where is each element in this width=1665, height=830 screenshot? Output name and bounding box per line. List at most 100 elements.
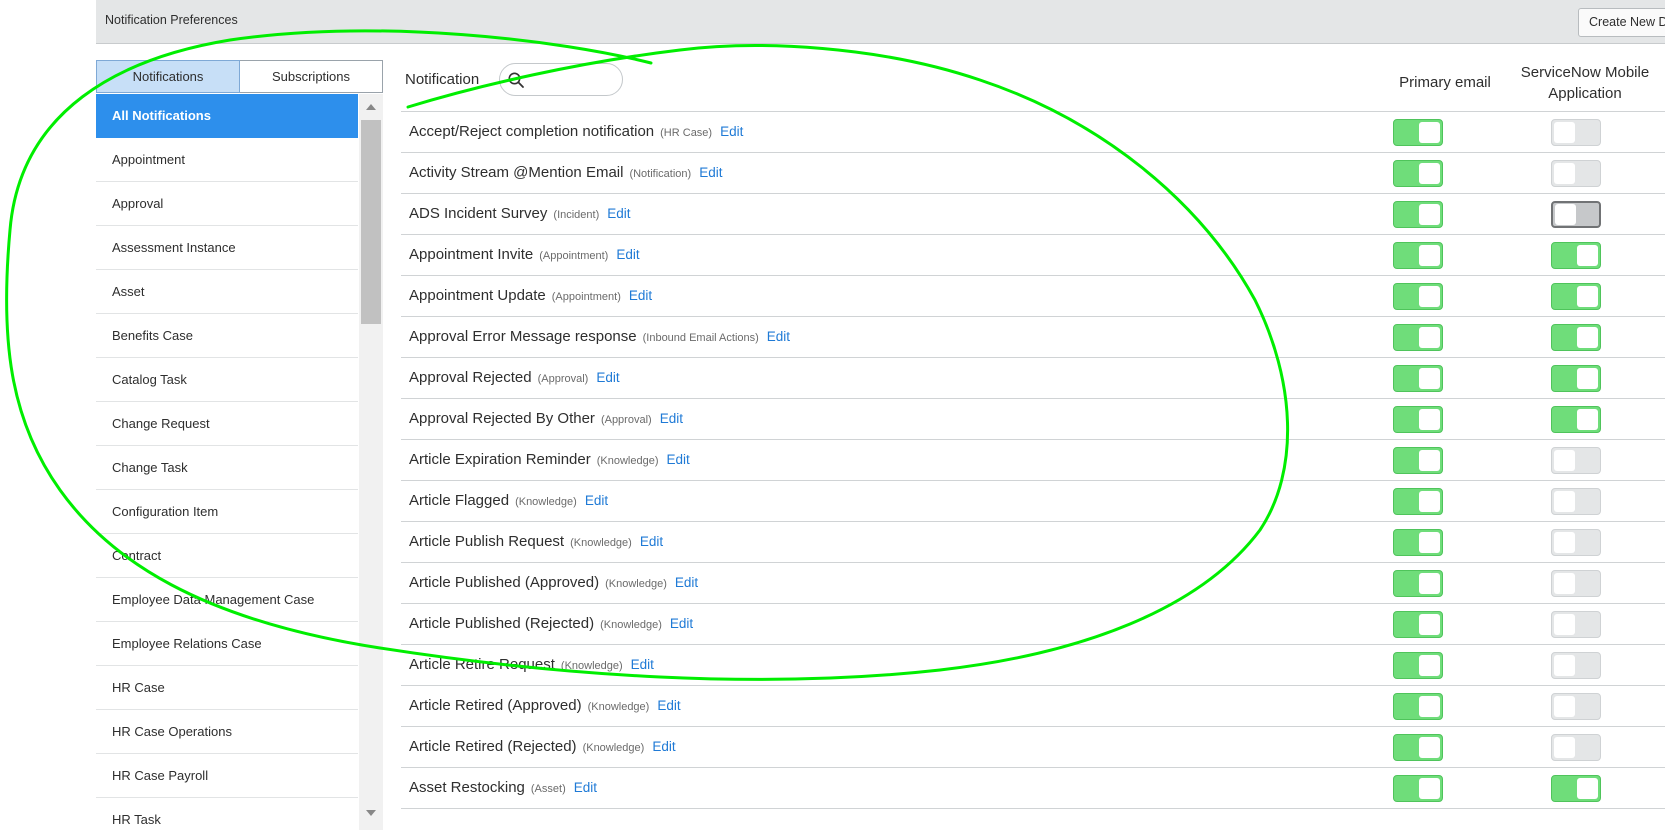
create-new-button[interactable]: Create New De (1578, 8, 1665, 37)
category-item[interactable]: Contract (96, 534, 358, 578)
category-item[interactable]: HR Task (96, 798, 358, 830)
triangle-up-icon[interactable] (366, 104, 376, 110)
scrollbar-thumb[interactable] (361, 120, 381, 324)
primary-email-toggle[interactable] (1393, 283, 1443, 310)
primary-email-toggle[interactable] (1393, 160, 1443, 187)
primary-email-toggle[interactable] (1393, 529, 1443, 556)
toggle-knob (1419, 737, 1440, 758)
edit-link[interactable]: Edit (720, 124, 743, 139)
notification-search[interactable] (499, 63, 623, 96)
category-item[interactable]: Employee Relations Case (96, 622, 358, 666)
notification-type: (Knowledge) (570, 537, 632, 549)
primary-email-toggle[interactable] (1393, 242, 1443, 269)
edit-link[interactable]: Edit (640, 534, 663, 549)
edit-link[interactable]: Edit (652, 739, 675, 754)
category-item[interactable]: Change Request (96, 402, 358, 446)
edit-link[interactable]: Edit (670, 616, 693, 631)
toggle-knob (1577, 245, 1598, 266)
category-item[interactable]: HR Case Operations (96, 710, 358, 754)
category-scrollbar[interactable] (359, 94, 383, 830)
mobile-app-toggle[interactable] (1551, 529, 1601, 556)
primary-email-toggle[interactable] (1393, 365, 1443, 392)
primary-email-toggle[interactable] (1393, 652, 1443, 679)
edit-link[interactable]: Edit (574, 780, 597, 795)
category-item[interactable]: Employee Data Management Case (96, 578, 358, 622)
mobile-app-toggle[interactable] (1551, 201, 1601, 228)
mobile-app-toggle[interactable] (1551, 119, 1601, 146)
mobile-app-toggle[interactable] (1551, 734, 1601, 761)
edit-link[interactable]: Edit (631, 657, 654, 672)
toggle-knob (1419, 286, 1440, 307)
notification-name: Activity Stream @Mention Email (409, 164, 624, 181)
notification-type: (Notification) (629, 168, 692, 180)
category-item[interactable]: Approval (96, 182, 358, 226)
tab-notifications[interactable]: Notifications (96, 60, 240, 93)
mobile-app-toggle[interactable] (1551, 611, 1601, 638)
edit-link[interactable]: Edit (585, 493, 608, 508)
primary-email-toggle[interactable] (1393, 119, 1443, 146)
row-label: Approval Rejected By Other (Approval) Edit (409, 399, 683, 439)
primary-email-toggle[interactable] (1393, 324, 1443, 351)
edit-link[interactable]: Edit (629, 288, 652, 303)
mobile-header-line1: ServiceNow Mobile (1520, 64, 1650, 81)
category-item[interactable]: Assessment Instance (96, 226, 358, 270)
edit-link[interactable]: Edit (667, 452, 690, 467)
primary-email-toggle[interactable] (1393, 775, 1443, 802)
table-row: Article Published (Approved) (Knowledge) E… (401, 563, 1665, 604)
primary-email-toggle[interactable] (1393, 734, 1443, 761)
edit-link[interactable]: Edit (616, 247, 639, 262)
primary-email-toggle[interactable] (1393, 693, 1443, 720)
notification-name: Approval Rejected (409, 369, 532, 386)
notification-type: (HR Case) (660, 127, 713, 139)
category-item[interactable]: Asset (96, 270, 358, 314)
mobile-app-toggle[interactable] (1551, 324, 1601, 351)
category-item[interactable]: Configuration Item (96, 490, 358, 534)
primary-email-toggle[interactable] (1393, 611, 1443, 638)
category-item[interactable]: Change Task (96, 446, 358, 490)
mobile-header-line2: Application (1548, 85, 1622, 102)
edit-link[interactable]: Edit (596, 370, 619, 385)
tab-subscriptions[interactable]: Subscriptions (240, 60, 383, 93)
mobile-app-toggle[interactable] (1551, 488, 1601, 515)
toggle-knob (1419, 696, 1440, 717)
triangle-down-icon[interactable] (366, 810, 376, 816)
mobile-app-toggle[interactable] (1551, 365, 1601, 392)
toggle-knob (1419, 245, 1440, 266)
category-item[interactable]: Catalog Task (96, 358, 358, 402)
category-item[interactable]: Appointment (96, 138, 358, 182)
category-item[interactable]: HR Case Payroll (96, 754, 358, 798)
primary-email-toggle[interactable] (1393, 406, 1443, 433)
edit-link[interactable]: Edit (657, 698, 680, 713)
edit-link[interactable]: Edit (607, 206, 630, 221)
primary-email-toggle[interactable] (1393, 201, 1443, 228)
category-item[interactable]: All Notifications (96, 94, 358, 138)
mobile-app-toggle[interactable] (1551, 775, 1601, 802)
primary-email-toggle[interactable] (1393, 447, 1443, 474)
mobile-app-toggle[interactable] (1551, 242, 1601, 269)
notification-type: (Appointment) (539, 250, 609, 262)
primary-email-toggle[interactable] (1393, 570, 1443, 597)
mobile-app-toggle[interactable] (1551, 570, 1601, 597)
mobile-app-toggle[interactable] (1551, 652, 1601, 679)
toggle-knob (1554, 614, 1575, 635)
mobile-app-toggle[interactable] (1551, 693, 1601, 720)
primary-email-toggle[interactable] (1393, 488, 1443, 515)
notification-name: Article Publish Request (409, 533, 565, 550)
table-row: Article Flagged (Knowledge) Edit (401, 481, 1665, 522)
table-row: Article Retire Request (Knowledge) Edit (401, 645, 1665, 686)
category-item[interactable]: Benefits Case (96, 314, 358, 358)
notification-name: Appointment Invite (409, 246, 534, 263)
mobile-app-toggle[interactable] (1551, 406, 1601, 433)
table-row: Approval Rejected (Approval) Edit (401, 358, 1665, 399)
mobile-app-toggle[interactable] (1551, 160, 1601, 187)
search-input[interactable] (528, 69, 620, 92)
mobile-app-toggle[interactable] (1551, 283, 1601, 310)
category-item[interactable]: HR Case (96, 666, 358, 710)
page-title: Notification Preferences (105, 13, 238, 27)
edit-link[interactable]: Edit (675, 575, 698, 590)
edit-link[interactable]: Edit (699, 165, 722, 180)
mobile-app-toggle[interactable] (1551, 447, 1601, 474)
edit-link[interactable]: Edit (767, 329, 790, 344)
edit-link[interactable]: Edit (660, 411, 683, 426)
notification-type: (Appointment) (551, 291, 621, 303)
